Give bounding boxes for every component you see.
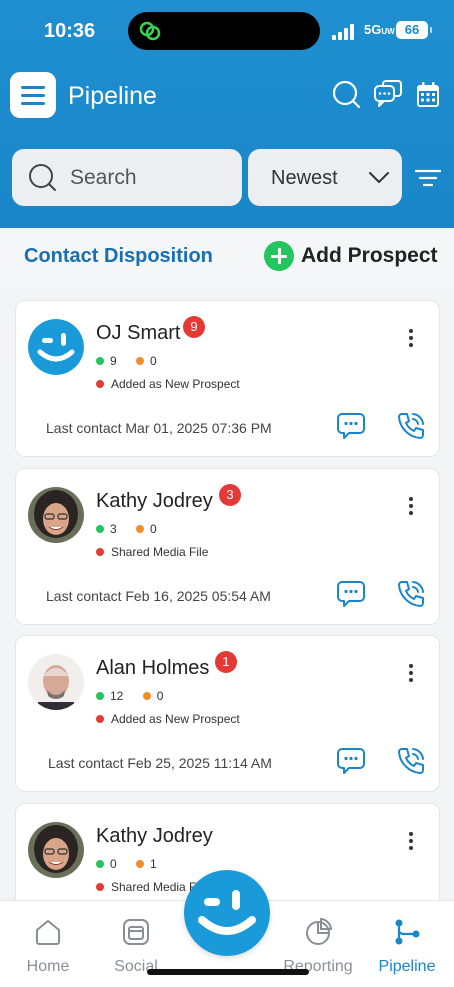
link-app-icon (139, 21, 161, 41)
more-options-icon[interactable] (406, 495, 416, 517)
contact-card[interactable]: OJ Smart 9 9 0 Added as New Prospect Las… (15, 300, 440, 457)
sort-selected: Newest (271, 167, 338, 189)
phone-call-icon[interactable] (396, 746, 426, 776)
contact-name[interactable]: Kathy Jodrey (96, 490, 213, 513)
center-action-button[interactable] (184, 870, 270, 956)
green-dot-icon (96, 860, 104, 868)
title-bar: Pipeline (0, 70, 454, 122)
contact-card[interactable]: Kathy Jodrey 3 3 0 Shared Media File Las… (15, 468, 440, 625)
last-contact: Last contact Mar 01, 2025 07:36 PM (46, 420, 272, 436)
chat-icon[interactable] (336, 579, 366, 609)
calendar-icon[interactable] (414, 80, 444, 110)
avatar (28, 487, 84, 543)
green-dot-icon (96, 357, 104, 365)
orange-dot-icon (136, 525, 145, 533)
avatar (28, 822, 84, 878)
tab-pipeline[interactable]: Pipeline (362, 901, 452, 987)
contact-stats: 0 1 (96, 857, 157, 871)
unread-badge: 1 (215, 651, 237, 673)
green-dot-icon (96, 692, 104, 700)
messages-icon[interactable] (373, 80, 403, 110)
more-options-icon[interactable] (406, 327, 416, 349)
orange-dot-icon (136, 860, 145, 868)
unread-badge: 9 (183, 316, 205, 338)
battery-indicator: 66 (396, 21, 432, 39)
smile-logo-icon (198, 890, 256, 935)
contact-name[interactable]: OJ Smart (96, 322, 180, 345)
more-options-icon[interactable] (406, 830, 416, 852)
tab-label: Pipeline (378, 958, 436, 975)
filter-icon[interactable] (414, 167, 442, 189)
status-time: 10:36 (44, 20, 96, 42)
app-header: 10:36 5GUW 66 Pipeline Search Newest (0, 0, 454, 228)
add-prospect-label: Add Prospect (301, 244, 438, 267)
sort-dropdown[interactable]: Newest (248, 149, 402, 206)
search-icon (29, 164, 56, 191)
contact-stats: 3 0 (96, 522, 157, 536)
search-icon[interactable] (332, 80, 362, 110)
reporting-icon (306, 917, 333, 945)
contact-activity: Added as New Prospect (96, 377, 240, 391)
contact-card[interactable]: Alan Holmes 1 12 0 Added as New Prospect… (15, 635, 440, 792)
last-contact: Last contact Feb 16, 2025 05:54 AM (46, 588, 271, 604)
page-title: Pipeline (68, 82, 157, 110)
network-type: 5GUW (364, 22, 395, 37)
orange-dot-icon (142, 692, 151, 700)
red-dot-icon (96, 380, 104, 388)
plus-circle-icon (264, 241, 294, 271)
contact-photo (28, 654, 84, 710)
contact-stats: 9 0 (96, 354, 157, 368)
dynamic-island (128, 12, 320, 50)
tab-home[interactable]: Home (3, 901, 93, 987)
contact-photo (28, 487, 84, 543)
red-dot-icon (96, 883, 104, 891)
contact-name[interactable]: Alan Holmes (96, 657, 209, 680)
avatar (28, 654, 84, 710)
search-box[interactable] (12, 149, 242, 206)
menu-button[interactable] (10, 72, 56, 118)
contact-activity: Added as New Prospect (96, 712, 240, 726)
contact-stats: 12 0 (96, 689, 163, 703)
red-dot-icon (96, 548, 104, 556)
list-toolbar: Contact Disposition Add Prospect (0, 228, 454, 288)
contact-photo (28, 822, 84, 878)
chat-icon[interactable] (336, 411, 366, 441)
tab-label: Home (26, 958, 70, 975)
home-indicator (147, 969, 309, 975)
more-options-icon[interactable] (406, 662, 416, 684)
contact-list[interactable]: OJ Smart 9 9 0 Added as New Prospect Las… (0, 288, 454, 900)
phone-call-icon[interactable] (396, 411, 426, 441)
red-dot-icon (96, 715, 104, 723)
status-bar: 10:36 5GUW 66 (0, 12, 454, 52)
chat-icon[interactable] (336, 746, 366, 776)
contact-name[interactable]: Kathy Jodrey (96, 825, 213, 848)
pipeline-icon (395, 919, 420, 945)
orange-dot-icon (136, 357, 145, 365)
green-dot-icon (96, 525, 104, 533)
menu-icon (21, 86, 45, 89)
smile-logo-icon (28, 319, 84, 375)
contact-activity: Shared Media File (96, 545, 208, 559)
phone-call-icon[interactable] (396, 579, 426, 609)
unread-badge: 3 (219, 484, 241, 506)
chevron-down-icon (369, 172, 389, 183)
social-icon (123, 919, 149, 945)
last-contact: Last contact Feb 25, 2025 11:14 AM (48, 755, 272, 771)
search-input[interactable] (70, 163, 230, 193)
avatar (28, 319, 84, 375)
home-icon (36, 920, 60, 945)
contact-disposition-link[interactable]: Contact Disposition (24, 245, 213, 268)
signal-icon (332, 24, 354, 40)
